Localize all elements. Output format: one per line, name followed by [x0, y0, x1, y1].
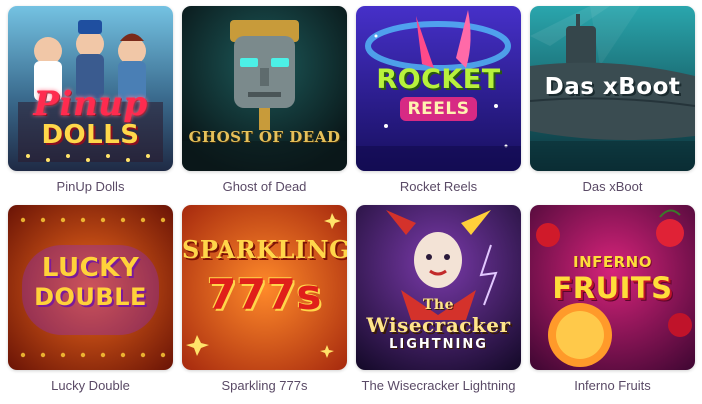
game-thumbnail[interactable]: Das xBoot — [530, 6, 695, 171]
games-grid: Pinup DOLLS PinUp Dolls GHOST OF DEAD Gh… — [8, 6, 695, 404]
game-thumbnail[interactable]: ROCKET REELS — [356, 6, 521, 171]
game-title[interactable]: Rocket Reels — [356, 179, 521, 194]
submarine-artwork — [530, 6, 695, 171]
game-title[interactable]: Lucky Double — [8, 378, 173, 393]
game-card-sparkling-777s[interactable]: SPARKLING 777s Sparkling 777s — [182, 205, 347, 404]
game-title[interactable]: The Wisecracker Lightning — [356, 378, 521, 393]
pinup-women-artwork — [8, 6, 173, 171]
fruits-artwork — [530, 205, 695, 370]
lights-artwork — [8, 205, 173, 370]
game-card-inferno-fruits[interactable]: INFERNO FRUITS Inferno Fruits — [530, 205, 695, 404]
game-thumbnail[interactable]: INFERNO FRUITS — [530, 205, 695, 370]
game-title[interactable]: Das xBoot — [530, 179, 695, 194]
game-card-rocket-reels[interactable]: ROCKET REELS Rocket Reels — [356, 6, 521, 205]
game-card-pinup-dolls[interactable]: Pinup DOLLS PinUp Dolls — [8, 6, 173, 205]
game-title[interactable]: PinUp Dolls — [8, 179, 173, 194]
game-card-das-xboot[interactable]: Das xBoot Das xBoot — [530, 6, 695, 205]
game-thumbnail[interactable]: The Wisecracker LIGHTNING — [356, 205, 521, 370]
rocket-artwork — [356, 6, 521, 171]
game-card-lucky-double[interactable]: LUCKY DOUBLE Lucky Double — [8, 205, 173, 404]
game-thumbnail[interactable]: Pinup DOLLS — [8, 6, 173, 171]
game-title[interactable]: Inferno Fruits — [530, 378, 695, 393]
stone-mask-artwork — [182, 6, 347, 171]
game-card-ghost-of-dead[interactable]: GHOST OF DEAD Ghost of Dead — [182, 6, 347, 205]
game-title[interactable]: Ghost of Dead — [182, 179, 347, 194]
jester-artwork — [356, 205, 521, 370]
sevens-artwork — [182, 205, 347, 370]
game-title[interactable]: Sparkling 777s — [182, 378, 347, 393]
game-thumbnail[interactable]: SPARKLING 777s — [182, 205, 347, 370]
game-thumbnail[interactable]: LUCKY DOUBLE — [8, 205, 173, 370]
game-thumbnail[interactable]: GHOST OF DEAD — [182, 6, 347, 171]
game-card-the-wisecracker-lightning[interactable]: The Wisecracker LIGHTNING The Wisecracke… — [356, 205, 521, 404]
